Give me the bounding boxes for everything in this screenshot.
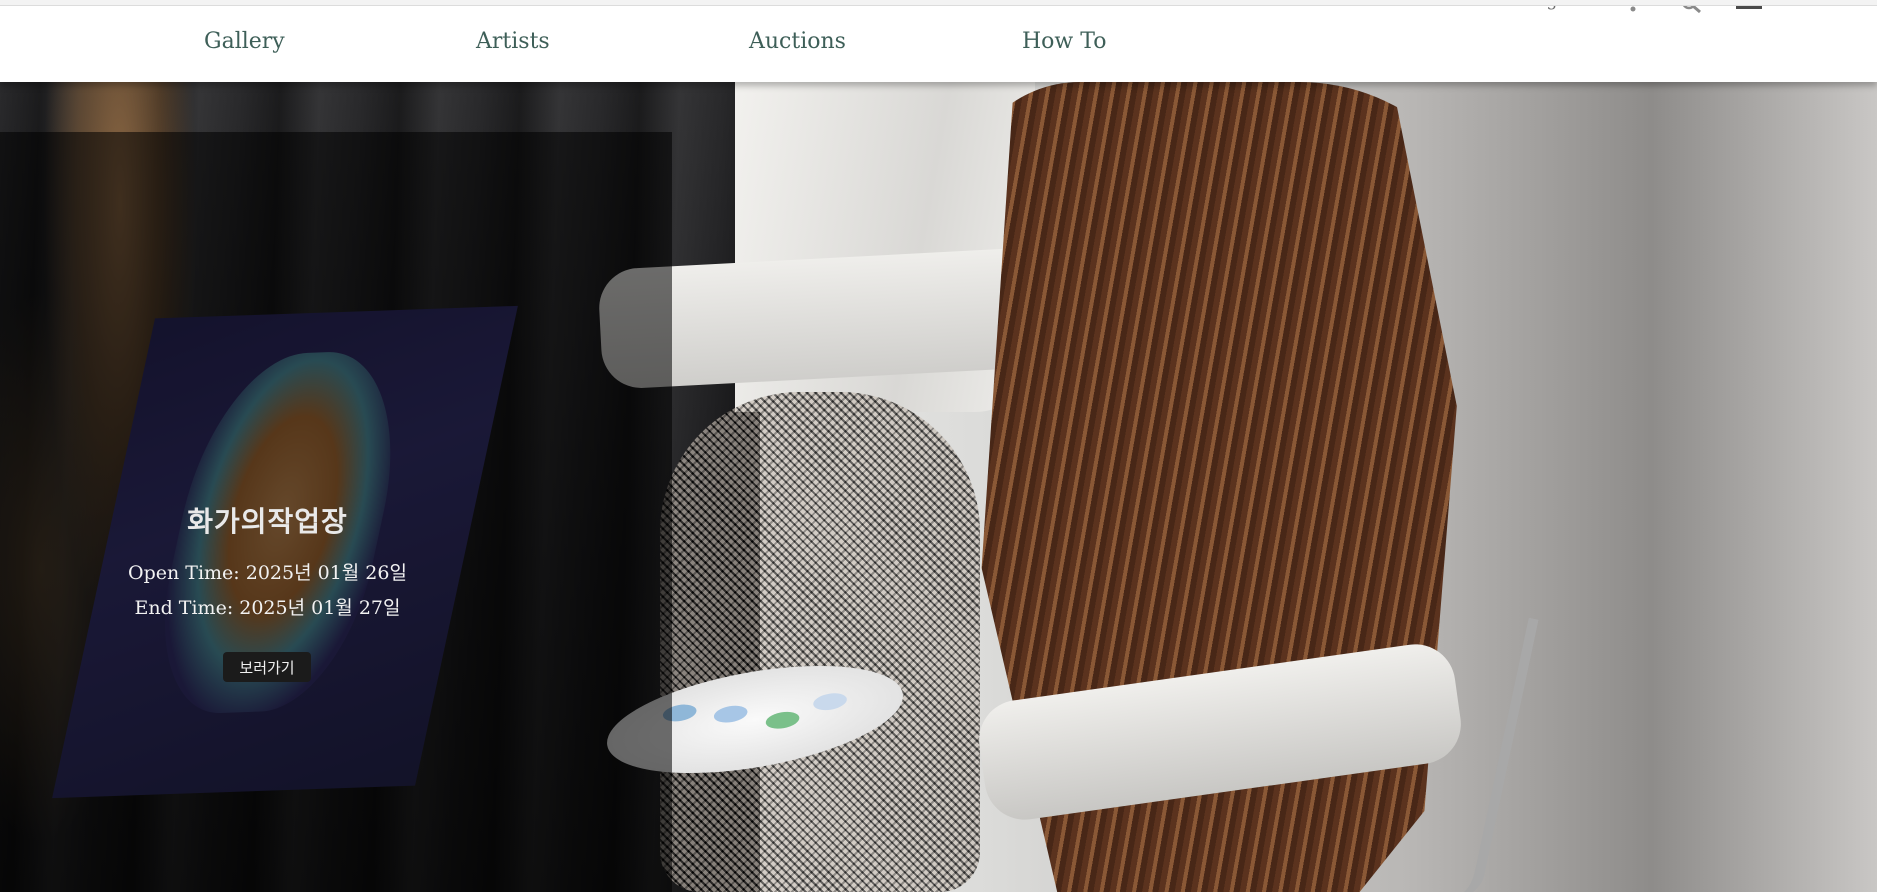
view-exhibition-button[interactable]: 보러가기	[223, 652, 311, 682]
nav-auctions[interactable]: Auctions	[749, 29, 846, 54]
exhibition-end-time: End Time: 2025년 01월 27일	[134, 597, 401, 619]
top-border	[0, 0, 1877, 6]
exhibition-title: 화가의작업장	[187, 505, 348, 538]
exhibition-open-time: Open Time: 2025년 01월 26일	[128, 562, 407, 584]
nav-artists[interactable]: Artists	[476, 29, 550, 54]
fishnet-legs	[660, 392, 980, 892]
nav-how-to[interactable]: How To	[1022, 29, 1106, 54]
nav-gallery[interactable]: Gallery	[204, 29, 285, 54]
site-header: Gallery Artists Auctions How To Logout	[0, 0, 1877, 82]
